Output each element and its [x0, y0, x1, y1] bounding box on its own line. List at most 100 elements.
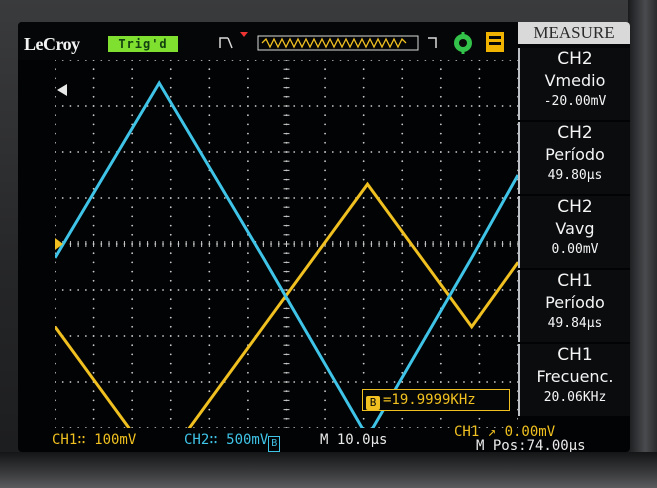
grid-dot: [439, 197, 442, 199]
grid-dot: [200, 197, 203, 199]
grid-dot: [55, 408, 56, 411]
grid-dot: [501, 335, 504, 337]
grid-dot: [478, 298, 481, 301]
grid-dot: [208, 381, 211, 383]
grid-dot: [193, 105, 195, 107]
grid-dot: [100, 289, 103, 291]
grid-dot: [177, 335, 180, 337]
measurement-slot-3[interactable]: CH2 Vavg 0.00mV: [518, 196, 630, 268]
grid-dot: [401, 215, 404, 218]
grid-dot: [108, 197, 110, 199]
grid-dot: [362, 261, 365, 264]
grid-dot: [69, 60, 72, 61]
grid-dot: [378, 381, 380, 383]
grid-dot: [293, 60, 296, 61]
timebase[interactable]: M 10.0µs: [320, 432, 387, 448]
grid-dot: [55, 60, 56, 61]
grid-dot: [131, 371, 134, 374]
grid-dot: [401, 279, 404, 282]
grid-dot: [131, 60, 134, 61]
grid-dot: [92, 252, 95, 255]
measurement-slot-5[interactable]: CH1 Frecuenc. 20.06KHz: [518, 344, 630, 416]
gear-icon[interactable]: [452, 32, 474, 54]
ch1-scale[interactable]: CH1∷ 100mV: [52, 432, 136, 448]
grid-dot: [324, 233, 326, 236]
grid-dot: [331, 289, 334, 291]
grid-dot: [55, 77, 56, 80]
grid-dot: [185, 289, 188, 291]
grid-dot: [247, 68, 249, 71]
grid-dot: [131, 261, 134, 264]
grid-dot: [92, 335, 95, 337]
usb-storage-icon[interactable]: [484, 30, 506, 54]
grid-dot: [478, 224, 481, 227]
measurement-channel: CH2: [557, 197, 593, 217]
grid-dot: [401, 252, 404, 255]
grid-dot: [92, 86, 95, 89]
grid-dot: [84, 151, 87, 153]
grid-dot: [154, 105, 157, 107]
grid-dot: [385, 197, 388, 199]
grid-dot: [92, 289, 95, 291]
grid-dot: [177, 151, 180, 153]
grid-dot: [393, 381, 396, 383]
grid-dot: [216, 197, 218, 199]
grid-dot: [239, 105, 242, 107]
grid-dot: [55, 123, 56, 126]
ch2-scale[interactable]: CH2∷ 500mV B: [184, 432, 281, 452]
grid-dot: [331, 335, 334, 337]
grid-dot: [370, 335, 373, 337]
oscilloscope-screen: LeCroy Trig'd MEASURE CH2 Vmedio -20.00mV C…: [18, 22, 630, 452]
grid-dot: [169, 233, 172, 236]
grid-dot: [223, 197, 226, 199]
grid-dot: [208, 289, 211, 291]
grid-dot: [231, 335, 234, 337]
grid-dot: [247, 132, 249, 135]
grid-dot: [293, 335, 296, 337]
grid-dot: [362, 151, 365, 153]
grid-dot: [92, 206, 95, 209]
grid-dot: [347, 197, 350, 199]
grid-dot: [478, 123, 481, 126]
grid-dot: [84, 197, 87, 199]
grid-dot: [478, 371, 481, 374]
grid-dot: [362, 298, 365, 301]
grid-dot: [401, 86, 404, 89]
grid-dot: [254, 381, 257, 383]
grid-dot: [324, 132, 326, 135]
grid-dot: [401, 344, 404, 347]
measurement-slot-1[interactable]: CH2 Vmedio -20.00mV: [518, 48, 630, 120]
bottom-status-bar: CH1∷ 100mV CH2∷ 500mV B M 10.0µs CH1 ↗ 0.…: [18, 424, 630, 452]
grid-dot: [493, 105, 496, 107]
grid-dot: [439, 114, 442, 117]
grid-dot: [324, 279, 326, 282]
grid-dot: [92, 224, 95, 227]
grid-dot: [208, 417, 211, 420]
grid-dot: [439, 325, 442, 328]
grid-dot: [146, 151, 149, 153]
grid-dot: [55, 371, 56, 374]
grid-dot: [208, 60, 211, 61]
grid-dot: [162, 60, 164, 61]
measurement-slot-2[interactable]: CH2 Período 49.80µs: [518, 122, 630, 194]
grid-dot: [470, 151, 473, 153]
measure-menu-header[interactable]: MEASURE: [518, 22, 630, 44]
grid-dot: [362, 169, 365, 172]
grid-dot: [247, 95, 249, 98]
grid-dot: [324, 335, 326, 337]
grid-dot: [324, 270, 326, 273]
grid-dot: [216, 335, 218, 337]
grid-dot: [208, 325, 211, 328]
grid-dot: [370, 197, 373, 199]
grid-dot: [169, 381, 172, 383]
grid-dot: [247, 390, 249, 393]
grid-dot: [138, 151, 141, 153]
grid-dot: [169, 68, 172, 71]
grid-dot: [169, 261, 172, 264]
grid-dot: [385, 105, 388, 107]
grid-dot: [324, 114, 326, 117]
grid-dot: [439, 371, 442, 374]
measurement-slot-4[interactable]: CH1 Período 49.84µs: [518, 270, 630, 342]
horizontal-position[interactable]: M Pos:74.00µs: [476, 438, 586, 452]
grid-dot: [169, 279, 172, 282]
